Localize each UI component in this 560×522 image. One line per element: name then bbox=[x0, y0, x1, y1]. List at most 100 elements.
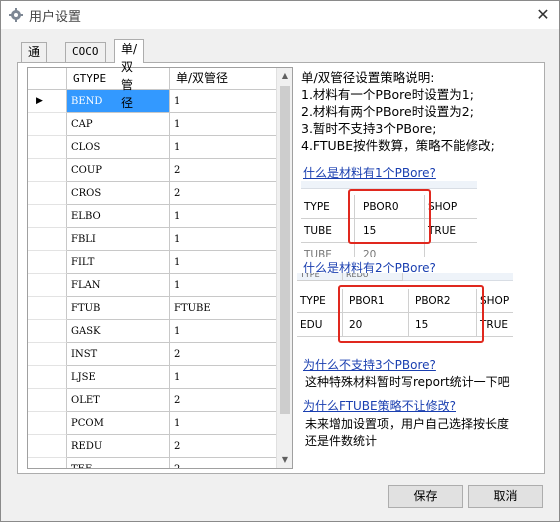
pipe-mode-cell[interactable]: 1 bbox=[170, 90, 277, 113]
row-header[interactable] bbox=[28, 366, 67, 389]
help-answer-three-pbore: 这种特殊材料暂时写report统计一下吧 bbox=[305, 375, 510, 389]
gtype-cell[interactable]: GASK bbox=[67, 320, 170, 343]
gear-icon bbox=[9, 8, 23, 22]
strategy-description: 单/双管径设置策略说明: 1.材料有一个PBore时设置为1; 2.材料有两个P… bbox=[301, 69, 541, 154]
table-row[interactable]: FBLI 1 bbox=[28, 228, 277, 251]
gtype-cell[interactable]: CLOS bbox=[67, 136, 170, 159]
scroll-up-arrow-icon[interactable]: ▲ bbox=[277, 68, 292, 84]
scroll-down-arrow-icon[interactable]: ▼ bbox=[277, 452, 292, 468]
gtype-cell[interactable]: PCOM bbox=[67, 412, 170, 435]
gtype-cell[interactable]: ELBO bbox=[67, 205, 170, 228]
table-row[interactable]: GASK 1 bbox=[28, 320, 277, 343]
gtype-cell[interactable]: TEE bbox=[67, 458, 170, 468]
row-header[interactable] bbox=[28, 458, 67, 468]
pipe-mode-cell[interactable]: 1 bbox=[170, 274, 277, 297]
table-row[interactable]: COUP 2 bbox=[28, 159, 277, 182]
row-header[interactable] bbox=[28, 136, 67, 159]
row-header[interactable] bbox=[28, 412, 67, 435]
table-row[interactable]: PCOM 1 bbox=[28, 412, 277, 435]
column-header-gtype[interactable]: GTYPE bbox=[67, 68, 170, 90]
gtype-cell[interactable]: CAP bbox=[67, 113, 170, 136]
pipe-mode-cell[interactable]: 1 bbox=[170, 136, 277, 159]
gtype-cell[interactable]: FTUB bbox=[67, 297, 170, 320]
gtype-cell[interactable]: REDU bbox=[67, 435, 170, 458]
tab-coco[interactable]: COCO bbox=[65, 42, 106, 62]
gtype-cell[interactable]: BEND bbox=[67, 90, 170, 113]
example-cell-shop: TRUE bbox=[425, 219, 477, 243]
row-header[interactable]: ▶ bbox=[28, 90, 67, 113]
example-partial-header-redu: REDU bbox=[343, 273, 403, 281]
row-header[interactable] bbox=[28, 274, 67, 297]
pipe-mode-cell[interactable]: 2 bbox=[170, 458, 277, 468]
example-cell-partial: TUBE bbox=[301, 243, 355, 257]
tab-general[interactable]: 通用 bbox=[21, 42, 48, 77]
gtype-cell[interactable]: LJSE bbox=[67, 366, 170, 389]
table-row[interactable]: FLAN 1 bbox=[28, 274, 277, 297]
table-row[interactable]: CAP 1 bbox=[28, 113, 277, 136]
row-header[interactable] bbox=[28, 389, 67, 412]
save-button[interactable]: 保存 bbox=[388, 485, 463, 508]
pipe-mode-cell[interactable]: 2 bbox=[170, 435, 277, 458]
table-row[interactable]: CLOS 1 bbox=[28, 136, 277, 159]
row-header[interactable] bbox=[28, 435, 67, 458]
help-answer-ftube-line1: 未来增加设置项，用户自己选择按长度 bbox=[305, 417, 510, 431]
row-header[interactable] bbox=[28, 320, 67, 343]
pipe-mode-cell[interactable]: 1 bbox=[170, 320, 277, 343]
gtype-cell[interactable]: COUP bbox=[67, 159, 170, 182]
example-header-type: TYPE bbox=[301, 195, 355, 219]
gtype-cell[interactable]: CROS bbox=[67, 182, 170, 205]
pipe-mode-cell[interactable]: FTUBE bbox=[170, 297, 277, 320]
gtype-grid[interactable]: GTYPE 单/双管径 ▶ BEND 1 CAP 1 CLOS 1 COUP 2 CR… bbox=[27, 67, 293, 469]
description-line: 3.暂时不支持3个PBore; bbox=[301, 121, 437, 136]
pipe-mode-cell[interactable]: 2 bbox=[170, 182, 277, 205]
gtype-cell[interactable]: INST bbox=[67, 343, 170, 366]
close-icon[interactable]: ✕ bbox=[533, 5, 553, 25]
grid-vertical-scrollbar[interactable]: ▲ ▼ bbox=[276, 68, 292, 468]
highlight-box-pbor1-pbor2 bbox=[338, 285, 484, 343]
table-row[interactable]: FILT 1 bbox=[28, 251, 277, 274]
row-header[interactable] bbox=[28, 113, 67, 136]
table-row[interactable]: ▶ BEND 1 bbox=[28, 90, 277, 113]
scroll-thumb[interactable] bbox=[280, 86, 290, 414]
table-row[interactable]: ELBO 1 bbox=[28, 205, 277, 228]
pipe-mode-cell[interactable]: 1 bbox=[170, 228, 277, 251]
table-row[interactable]: FTUB FTUBE bbox=[28, 297, 277, 320]
gtype-cell[interactable]: FBLI bbox=[67, 228, 170, 251]
row-header-corner bbox=[28, 68, 67, 90]
help-link-ftube[interactable]: 为什么FTUBE策略不让修改? bbox=[303, 397, 456, 414]
table-row[interactable]: OLET 2 bbox=[28, 389, 277, 412]
pipe-mode-cell[interactable]: 2 bbox=[170, 343, 277, 366]
row-header[interactable] bbox=[28, 297, 67, 320]
pipe-mode-cell[interactable]: 1 bbox=[170, 366, 277, 389]
example-header-type: TYPE bbox=[297, 289, 343, 313]
table-row[interactable]: CROS 2 bbox=[28, 182, 277, 205]
row-header[interactable] bbox=[28, 228, 67, 251]
gtype-cell[interactable]: FILT bbox=[67, 251, 170, 274]
current-row-arrow-icon: ▶ bbox=[36, 96, 43, 106]
title-bar[interactable]: 用户设置 ✕ bbox=[1, 1, 559, 29]
pipe-mode-cell[interactable]: 2 bbox=[170, 159, 277, 182]
row-header[interactable] bbox=[28, 343, 67, 366]
table-row[interactable]: LJSE 1 bbox=[28, 366, 277, 389]
column-header-pipe-mode[interactable]: 单/双管径 bbox=[170, 68, 277, 90]
help-link-one-pbore[interactable]: 什么是材料有1个PBore? bbox=[303, 164, 436, 181]
row-header[interactable] bbox=[28, 205, 67, 228]
pipe-mode-cell[interactable]: 2 bbox=[170, 389, 277, 412]
pipe-mode-cell[interactable]: 1 bbox=[170, 205, 277, 228]
pipe-mode-cell[interactable]: 1 bbox=[170, 113, 277, 136]
cancel-button[interactable]: 取消 bbox=[468, 485, 543, 508]
pipe-mode-cell[interactable]: 1 bbox=[170, 412, 277, 435]
table-row[interactable]: TEE2 bbox=[28, 458, 277, 468]
gtype-cell[interactable]: FLAN bbox=[67, 274, 170, 297]
table-top-strip bbox=[301, 181, 477, 189]
row-header[interactable] bbox=[28, 182, 67, 205]
gtype-cell[interactable]: OLET bbox=[67, 389, 170, 412]
help-link-three-pbore[interactable]: 为什么不支持3个PBore? bbox=[303, 356, 436, 373]
table-row[interactable]: REDU 2 bbox=[28, 435, 277, 458]
table-row[interactable]: INST 2 bbox=[28, 343, 277, 366]
row-header[interactable] bbox=[28, 251, 67, 274]
tab-pipe-diameter[interactable]: 单/双管径 bbox=[114, 39, 145, 110]
pipe-mode-cell[interactable]: 1 bbox=[170, 251, 277, 274]
row-header[interactable] bbox=[28, 159, 67, 182]
settings-window: 用户设置 ✕ 通用 COCO 单/双管径 GTYPE 单/双管径 ▶ BEND … bbox=[0, 0, 560, 522]
